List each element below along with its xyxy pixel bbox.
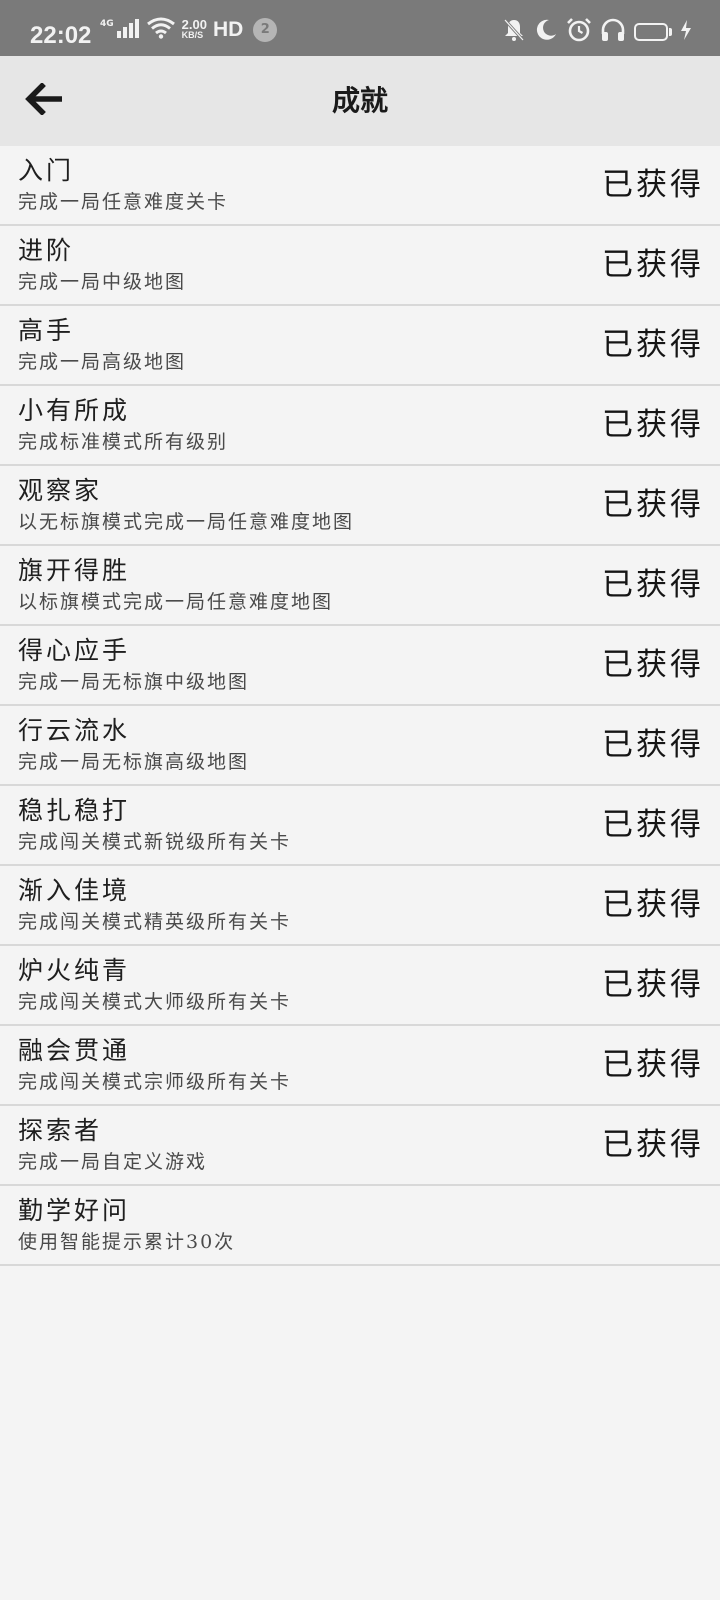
achievement-description: 以标旗模式完成一局任意难度地图 xyxy=(18,591,334,613)
achievement-status: 已获得 xyxy=(602,167,704,203)
achievement-name: 高手 xyxy=(18,316,75,345)
charging-bolt-icon xyxy=(680,20,692,44)
achievement-status: 已获得 xyxy=(602,807,704,843)
achievement-description: 完成闯关模式大师级所有关卡 xyxy=(18,991,292,1013)
achievement-description: 完成一局任意难度关卡 xyxy=(18,191,229,213)
achievement-description: 完成闯关模式新锐级所有关卡 xyxy=(18,831,292,853)
battery-icon: 91 xyxy=(634,23,668,41)
achievement-row[interactable]: 渐入佳境 完成闯关模式精英级所有关卡 已获得 xyxy=(0,866,720,946)
bell-off-icon xyxy=(502,18,526,46)
achievement-status: 已获得 xyxy=(602,1047,704,1083)
achievement-status: 已获得 xyxy=(602,887,704,923)
achievement-status: 已获得 xyxy=(602,247,704,283)
achievement-row[interactable]: 进阶 完成一局中级地图 已获得 xyxy=(0,226,720,306)
achievement-row[interactable]: 稳扎稳打 完成闯关模式新锐级所有关卡 已获得 xyxy=(0,786,720,866)
achievement-row[interactable]: 炉火纯青 完成闯关模式大师级所有关卡 已获得 xyxy=(0,946,720,1026)
achievement-status: 已获得 xyxy=(602,967,704,1003)
achievement-status: 已获得 xyxy=(602,327,704,363)
achievement-name: 行云流水 xyxy=(18,716,131,745)
status-left-icons: 4G 2.00 KB/S HD 2 xyxy=(100,16,278,44)
achievement-name: 得心应手 xyxy=(18,636,131,665)
achievement-name: 渐入佳境 xyxy=(18,876,131,905)
achievement-name: 探索者 xyxy=(18,1116,103,1145)
status-time: 22:02 xyxy=(30,22,92,49)
status-right-icons: 91 xyxy=(502,18,692,46)
achievement-row[interactable]: 勤学好问 使用智能提示累计30次 xyxy=(0,1186,720,1266)
achievement-name: 小有所成 xyxy=(18,396,131,425)
achievement-list: 入门 完成一局任意难度关卡 已获得 进阶 完成一局中级地图 已获得 高手 完成一… xyxy=(0,146,720,1266)
achievement-description: 完成闯关模式精英级所有关卡 xyxy=(18,911,292,933)
achievement-status: 已获得 xyxy=(602,407,704,443)
achievement-row[interactable]: 得心应手 完成一局无标旗中级地图 已获得 xyxy=(0,626,720,706)
speed-unit: KB/S xyxy=(181,30,204,40)
wifi-icon xyxy=(146,17,176,43)
network-speed: 2.00 KB/S xyxy=(181,17,207,41)
app-bar: 成就 xyxy=(0,56,720,146)
alarm-icon xyxy=(566,17,592,47)
hd-label: HD xyxy=(212,18,244,41)
achievement-status: 已获得 xyxy=(602,487,704,523)
achievement-row[interactable]: 高手 完成一局高级地图 已获得 xyxy=(0,306,720,386)
achievement-name: 入门 xyxy=(18,156,75,185)
moon-icon xyxy=(534,18,558,46)
achievement-name: 炉火纯青 xyxy=(18,956,131,985)
achievement-description: 完成闯关模式宗师级所有关卡 xyxy=(18,1071,292,1093)
battery-nub xyxy=(669,28,672,36)
achievement-status: 已获得 xyxy=(602,727,704,763)
achievement-name: 旗开得胜 xyxy=(18,556,131,585)
achievement-row[interactable]: 旗开得胜 以标旗模式完成一局任意难度地图 已获得 xyxy=(0,546,720,626)
page-title: 成就 xyxy=(331,84,388,117)
achievement-row[interactable]: 行云流水 完成一局无标旗高级地图 已获得 xyxy=(0,706,720,786)
achievement-status: 已获得 xyxy=(602,1127,704,1163)
network-type-label: 4G xyxy=(100,19,114,29)
achievement-row[interactable]: 观察家 以无标旗模式完成一局任意难度地图 已获得 xyxy=(0,466,720,546)
achievement-status: 已获得 xyxy=(602,567,704,603)
achievement-row[interactable]: 融会贯通 完成闯关模式宗师级所有关卡 已获得 xyxy=(0,1026,720,1106)
achievement-description: 以无标旗模式完成一局任意难度地图 xyxy=(18,511,355,533)
notification-count-badge: 2 xyxy=(253,18,278,42)
battery-level: 91 xyxy=(644,25,658,39)
achievement-row[interactable]: 小有所成 完成标准模式所有级别 已获得 xyxy=(0,386,720,466)
achievement-row[interactable]: 探索者 完成一局自定义游戏 已获得 xyxy=(0,1106,720,1186)
status-bar: 22:02 4G 2.00 KB/S HD 2 91 xyxy=(0,0,720,56)
achievement-status: 已获得 xyxy=(602,647,704,683)
achievement-description: 完成一局无标旗中级地图 xyxy=(18,671,250,693)
achievement-name: 融会贯通 xyxy=(18,1036,131,1065)
achievement-name: 进阶 xyxy=(18,236,75,265)
achievement-description: 使用智能提示累计30次 xyxy=(18,1231,236,1253)
achievement-row[interactable]: 入门 完成一局任意难度关卡 已获得 xyxy=(0,146,720,226)
achievement-name: 观察家 xyxy=(18,476,103,505)
achievement-description: 完成标准模式所有级别 xyxy=(18,431,229,453)
achievement-name: 稳扎稳打 xyxy=(18,796,131,825)
speed-value: 2.00 xyxy=(181,17,207,32)
achievement-name: 勤学好问 xyxy=(18,1196,131,1225)
achievement-description: 完成一局中级地图 xyxy=(18,271,187,293)
signal-icon xyxy=(116,18,140,42)
achievement-description: 完成一局高级地图 xyxy=(18,351,187,373)
achievement-description: 完成一局无标旗高级地图 xyxy=(18,751,250,773)
achievement-description: 完成一局自定义游戏 xyxy=(18,1151,208,1173)
headphones-icon xyxy=(600,17,626,47)
